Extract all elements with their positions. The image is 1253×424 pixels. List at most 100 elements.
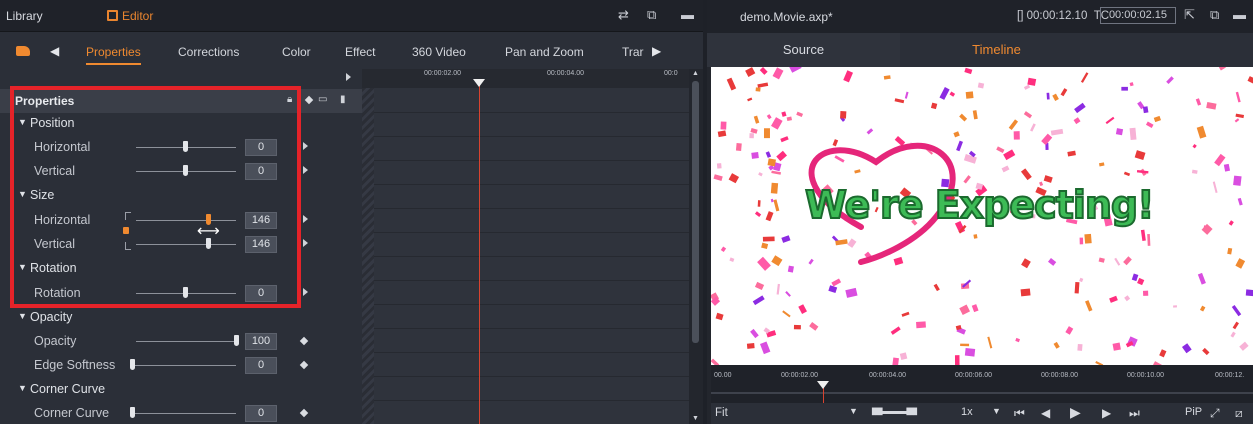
go-to-start-icon[interactable]: ⏮: [1014, 406, 1025, 421]
corner-curve-slider[interactable]: [131, 413, 236, 414]
play-icon[interactable]: ▶: [1070, 404, 1081, 421]
tab-properties[interactable]: Properties: [86, 45, 141, 65]
crop-icon[interactable]: ⧄: [1235, 406, 1243, 421]
speed-label[interactable]: 1x: [961, 406, 973, 418]
confetti-piece: [972, 110, 978, 120]
lock-icon[interactable]: 🔒︎: [287, 94, 292, 105]
position-horizontal-input[interactable]: 0: [245, 139, 277, 156]
confetti-piece: [1123, 256, 1132, 266]
player-ruler[interactable]: 00.00 00:00:02.00 00:00:04.00 00:00:06.0…: [711, 365, 1253, 403]
section-opacity[interactable]: ▼ Opacity: [0, 305, 362, 329]
layout-icon[interactable]: ▬: [681, 8, 694, 22]
zoom-dropdown-icon[interactable]: ▼: [849, 406, 858, 416]
slider-handle[interactable]: [183, 165, 188, 176]
tab-effect[interactable]: Effect: [345, 45, 375, 59]
confetti-piece: [1124, 295, 1131, 302]
size-vertical-slider[interactable]: [136, 244, 236, 245]
speed-dropdown-icon[interactable]: ▼: [992, 406, 1001, 416]
editor-tab[interactable]: Editor: [107, 9, 153, 23]
section-corner-curve[interactable]: ▼ Corner Curve: [0, 377, 362, 401]
size-vertical-input[interactable]: 146: [245, 236, 277, 253]
keyframe-diamond-icon[interactable]: [299, 360, 309, 370]
tab-360-video[interactable]: 360 Video: [412, 45, 466, 59]
video-preview[interactable]: We're Expecting!: [711, 67, 1253, 365]
library-tab[interactable]: Library: [6, 9, 43, 23]
scrollbar-thumb[interactable]: [692, 81, 699, 343]
opacity-input[interactable]: 100: [245, 333, 277, 350]
confetti-piece: [1129, 82, 1134, 87]
slider-handle[interactable]: [130, 407, 135, 418]
opacity-slider[interactable]: [136, 341, 236, 342]
layout-icon[interactable]: ▬: [1233, 8, 1246, 22]
edge-softness-input[interactable]: 0: [245, 357, 277, 374]
size-horizontal-slider[interactable]: [136, 220, 236, 221]
keyframe-arrow-icon[interactable]: [303, 288, 308, 296]
playhead-handle[interactable]: [817, 381, 829, 389]
playhead-line[interactable]: [479, 79, 480, 424]
slider-handle[interactable]: [183, 287, 188, 298]
tab-pan-and-zoom[interactable]: Pan and Zoom: [505, 45, 584, 59]
section-label: Rotation: [30, 261, 77, 275]
edge-softness-slider[interactable]: [131, 365, 236, 366]
tab-timeline[interactable]: Timeline: [900, 33, 1093, 67]
keyframe-diamond-icon[interactable]: [304, 95, 314, 105]
field-label: Opacity: [34, 334, 77, 348]
scroll-up-icon[interactable]: ▲: [692, 70, 699, 77]
trash-icon[interactable]: ▮: [340, 94, 346, 105]
slider-handle[interactable]: [183, 141, 188, 152]
tab-color[interactable]: Color: [282, 45, 311, 59]
confetti-piece: [751, 151, 759, 159]
tab-scroll-right-icon[interactable]: ▶: [652, 44, 661, 58]
tab-scroll-left-icon[interactable]: ◀: [50, 44, 59, 58]
pip-toggle[interactable]: PiP: [1185, 406, 1202, 418]
corner-curve-input[interactable]: 0: [245, 405, 277, 422]
play-keyframe-icon[interactable]: [346, 73, 351, 81]
fullscreen-icon[interactable]: ⤢: [1210, 406, 1220, 421]
zoom-select[interactable]: Fit: [715, 407, 728, 419]
size-horizontal-input[interactable]: 146: [245, 212, 277, 229]
step-back-icon[interactable]: ◀: [1041, 406, 1050, 420]
keyframe-diamond-icon[interactable]: [299, 408, 309, 418]
keyframe-arrow-icon[interactable]: [303, 215, 308, 223]
shuttle-icon[interactable]: ▮▮▮▬▬▬▮▮▮: [871, 406, 918, 417]
tab-transitions[interactable]: Trar: [622, 45, 644, 59]
go-to-end-icon[interactable]: ⏭: [1129, 406, 1140, 421]
swap-icon[interactable]: ⇄: [618, 8, 629, 22]
confetti-piece: [1021, 258, 1031, 269]
aspect-lock-icon[interactable]: [123, 227, 129, 234]
scroll-down-icon[interactable]: ▼: [692, 415, 699, 422]
keyframe-arrow-icon[interactable]: [303, 142, 308, 150]
confetti-piece: [960, 343, 970, 347]
popout-icon[interactable]: ⧉: [1210, 8, 1219, 22]
slider-handle[interactable]: [130, 359, 135, 370]
keyframe-diamond-icon[interactable]: [299, 336, 309, 346]
confetti-piece: [755, 87, 761, 92]
rotation-input[interactable]: 0: [245, 285, 277, 302]
panel-scrollbar[interactable]: ▲ ▼: [689, 69, 703, 424]
confetti-piece: [1129, 127, 1137, 141]
section-rotation[interactable]: ▼ Rotation: [0, 256, 362, 280]
timeline-ruler[interactable]: 00:00:02.00 00:00:04.00 00:0: [362, 69, 689, 88]
scrub-bar[interactable]: [711, 392, 1253, 394]
confetti-piece: [753, 115, 760, 124]
image-icon[interactable]: ▭: [318, 94, 327, 105]
confetti-piece: [1008, 119, 1019, 131]
export-frame-icon[interactable]: ⇱: [1184, 8, 1195, 22]
playhead-handle[interactable]: [473, 79, 485, 87]
keyframe-arrow-icon[interactable]: [303, 166, 308, 174]
tab-source[interactable]: Source: [707, 33, 900, 67]
confetti-piece: [1195, 98, 1202, 106]
slider-handle[interactable]: [234, 335, 239, 346]
confetti-piece: [771, 170, 782, 175]
section-position[interactable]: ▼ Position: [0, 111, 362, 135]
keyframe-timeline[interactable]: 00:00:02.00 00:00:04.00 00:0: [362, 69, 689, 424]
timecode-input[interactable]: 00:00:02.15: [1100, 7, 1176, 24]
section-size[interactable]: ▼ Size: [0, 183, 362, 207]
confetti-piece: [959, 113, 968, 122]
popout-icon[interactable]: ⧉: [647, 8, 656, 22]
position-vertical-input[interactable]: 0: [245, 163, 277, 180]
tab-corrections[interactable]: Corrections: [178, 45, 239, 59]
keyframe-arrow-icon[interactable]: [303, 239, 308, 247]
step-forward-icon[interactable]: ▶: [1102, 406, 1111, 420]
link-bracket: [125, 212, 131, 220]
